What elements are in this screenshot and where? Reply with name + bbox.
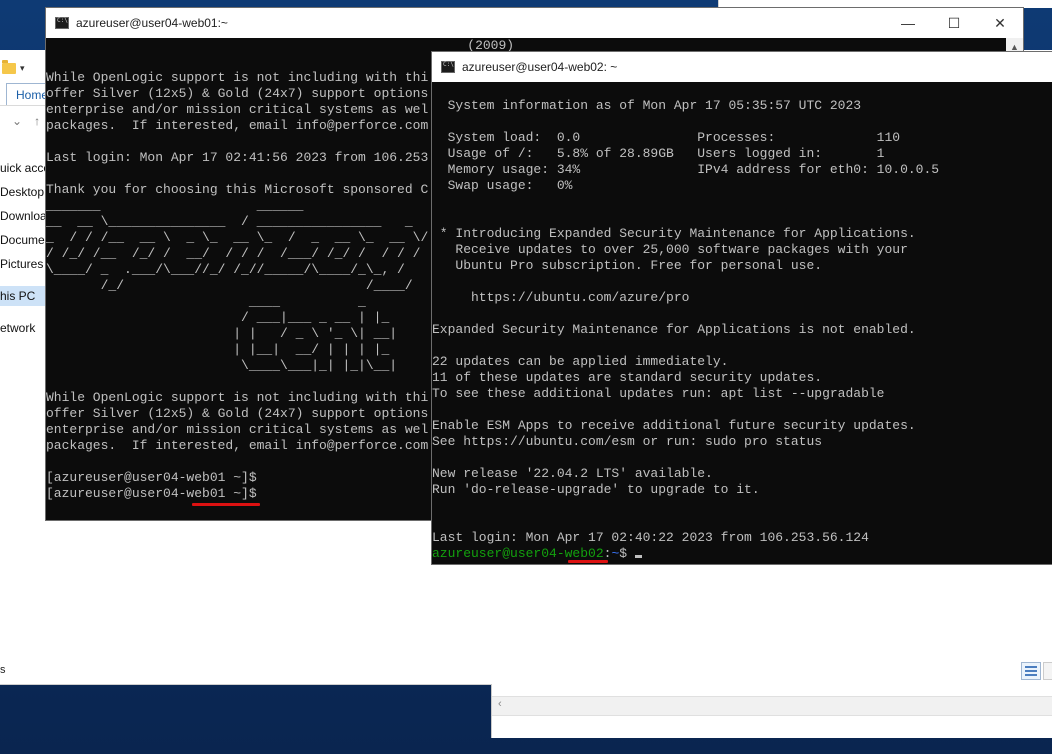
sidebar-item-network[interactable]: etwork	[0, 318, 46, 338]
tab-home[interactable]: Home	[6, 83, 48, 105]
terminal-icon	[55, 17, 69, 29]
window-controls: — ☐ ✕	[885, 8, 1023, 38]
large-icons-view-button[interactable]	[1043, 662, 1052, 680]
scroll-left-icon[interactable]: ‹	[498, 698, 502, 710]
folder-icon[interactable]	[2, 59, 16, 74]
close-button[interactable]: ✕	[977, 8, 1023, 38]
shell-prompt[interactable]: azureuser@user04-web02:~$	[432, 546, 1052, 562]
terminal-line: 11 of these updates are standard securit…	[432, 370, 823, 385]
terminal-line: See https://ubuntu.com/esm or run: sudo …	[432, 434, 823, 449]
terminal-line: Run 'do-release-upgrade' to upgrade to i…	[432, 482, 760, 497]
ribbon-divider	[0, 105, 46, 106]
sidebar-item-desktop[interactable]: Desktop	[0, 182, 46, 202]
annotation-underline	[192, 503, 260, 506]
sidebar-item-quick-access[interactable]: uick acce	[0, 158, 46, 178]
window-title: azureuser@user04-web01:~	[76, 16, 228, 30]
terminal-line: 22 updates can be applied immediately.	[432, 354, 729, 369]
background-window-edge	[718, 0, 1052, 8]
terminal-output[interactable]: System information as of Mon Apr 17 05:3…	[432, 82, 1052, 564]
text-cursor	[634, 555, 642, 558]
terminal-line: To see these additional updates run: apt…	[432, 386, 885, 401]
sidebar-item-this-pc[interactable]: his PC	[0, 286, 46, 306]
annotation-underline	[568, 560, 608, 563]
prompt-symbol: $	[619, 546, 635, 561]
sidebar-item-downloads[interactable]: Downloa	[0, 206, 46, 226]
terminal-line: Swap usage: 0%	[432, 178, 573, 193]
horizontal-scrollbar[interactable]: ‹	[492, 696, 1052, 716]
terminal-icon	[441, 61, 455, 73]
terminal-line: System load: 0.0 Processes: 110	[432, 130, 901, 145]
terminal-line: System information as of Mon Apr 17 05:3…	[432, 98, 862, 113]
details-view-icon	[1025, 666, 1037, 676]
terminal-line: Usage of /: 5.8% of 28.89GB Users logged…	[432, 146, 885, 161]
terminal-window-web02[interactable]: azureuser@user04-web02: ~ System informa…	[432, 52, 1052, 564]
view-buttons	[1021, 662, 1052, 680]
terminal-line: Ubuntu Pro subscription. Free for person…	[432, 258, 823, 273]
background-window-bottom: ‹	[491, 684, 1052, 738]
sidebar-item-documents[interactable]: Docume	[0, 230, 46, 250]
terminal-line: Memory usage: 34% IPv4 address for eth0:…	[432, 162, 940, 177]
maximize-button[interactable]: ☐	[931, 8, 977, 38]
chevron-down-icon[interactable]: ⌄	[12, 114, 22, 128]
terminal-line: * Introducing Expanded Security Maintena…	[432, 226, 916, 241]
terminal-line: Last login: Mon Apr 17 02:40:22 2023 fro…	[432, 530, 869, 545]
navigation-buttons: ⌄ ↑	[12, 114, 40, 128]
status-bar-text: s	[0, 664, 6, 676]
terminal-line: Enable ESM Apps to receive additional fu…	[432, 418, 916, 433]
terminal-line: New release '22.04.2 LTS' available.	[432, 466, 713, 481]
details-view-button[interactable]	[1021, 662, 1041, 680]
terminal-line: Receive updates to over 25,000 software …	[432, 242, 908, 257]
terminal-line: https://ubuntu.com/azure/pro	[432, 290, 690, 305]
title-bar[interactable]: azureuser@user04-web01:~ — ☐ ✕	[46, 8, 1023, 38]
up-arrow-icon[interactable]: ↑	[34, 114, 40, 128]
minimize-button[interactable]: —	[885, 8, 931, 38]
sidebar-item-pictures[interactable]: Pictures	[0, 254, 46, 274]
title-bar[interactable]: azureuser@user04-web02: ~	[432, 52, 1052, 82]
prompt-user: azureuser@user04-web02	[432, 546, 604, 561]
terminal-line: Expanded Security Maintenance for Applic…	[432, 322, 916, 337]
chevron-down-icon[interactable]: ▾	[20, 63, 25, 74]
window-title: azureuser@user04-web02: ~	[462, 60, 618, 74]
